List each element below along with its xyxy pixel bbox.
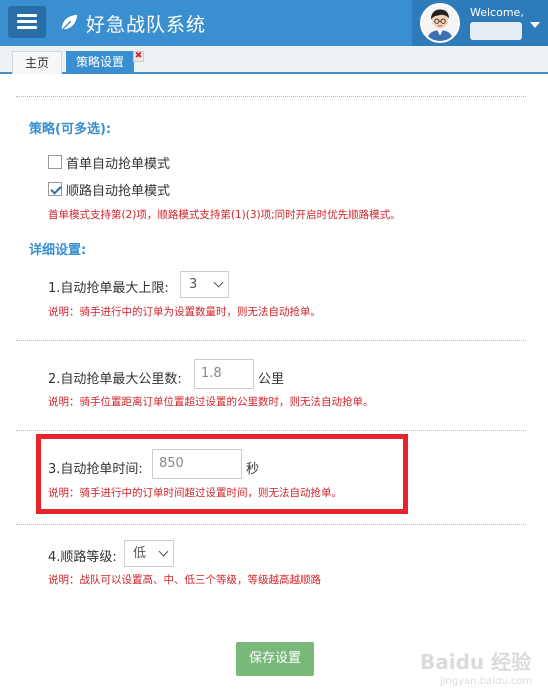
route-level-label: 4.顺路等级: [48,550,117,565]
divider [16,96,526,97]
user-menu[interactable]: Welcome, [412,0,548,46]
option-route-order-label: 顺路自动抢单模式 [66,183,171,199]
watermark-logo: Baidu 经验 [420,650,532,674]
divider [16,524,526,525]
top-navbar: 好急战队系统 Welcome, [0,0,548,46]
menu-toggle-button[interactable] [8,6,46,38]
caret-down-icon [530,22,540,28]
max-orders-select[interactable]: 3 [180,271,229,298]
app-title: 好急战队系统 [86,13,207,36]
chevron-down-icon [213,277,224,288]
divider [16,340,526,341]
max-distance-input[interactable]: 1.8 [194,359,254,389]
route-level-note: 说明：战队可以设置高、中、低三个等级，等级越高越顺路 [48,574,321,586]
highlight-box [36,434,408,514]
baidu-watermark: Baidu 经验 jingyan.baidu.com [420,646,542,692]
brand: 好急战队系统 [58,8,206,38]
option-first-order-label: 首单自动抢单模式 [66,156,171,172]
tab-strategy-settings[interactable]: 策略设置 [66,51,134,74]
tab-home[interactable]: 主页 [12,51,62,74]
option-route-order[interactable]: 顺路自动抢单模式 [48,180,171,199]
max-orders-note: 说明：骑手进行中的订单为设置数量时，则无法自动抢单。 [48,306,321,318]
chevron-down-icon [158,546,169,557]
route-level-value: 低 [133,546,147,561]
route-level-select[interactable]: 低 [124,540,174,567]
strategy-title: 策略(可多选): [29,122,112,137]
avatar [420,3,460,43]
details-title: 详细设置: [29,243,87,258]
watermark-url: jingyan.baidu.com [440,676,533,687]
option-first-order[interactable]: 首单自动抢单模式 [48,153,171,172]
max-distance-unit: 公里 [258,372,285,387]
max-distance-label: 2.自动抢单最大公里数: [48,372,182,387]
save-settings-button[interactable]: 保存设置 [236,642,314,676]
max-orders-label: 1.自动抢单最大上限: [48,281,169,296]
checkbox-route-order[interactable] [48,182,62,196]
divider [16,430,526,431]
welcome-text: Welcome, [470,6,524,19]
checkbox-first-order[interactable] [48,155,62,169]
max-distance-note: 说明：骑手位置距离订单位置超过设置的公里数时，则无法自动抢单。 [48,396,374,408]
max-orders-value: 3 [189,277,198,292]
strategy-note: 首单模式支持第(2)项，顺路模式支持第(1)(3)项;同时开启时优先顺路模式。 [48,209,401,221]
close-tab-icon[interactable]: ✖ [133,51,144,62]
username-redacted [470,22,522,40]
hamburger-icon [17,14,37,17]
leaf-icon [61,14,78,31]
tab-bar: 主页 策略设置 [0,46,548,74]
